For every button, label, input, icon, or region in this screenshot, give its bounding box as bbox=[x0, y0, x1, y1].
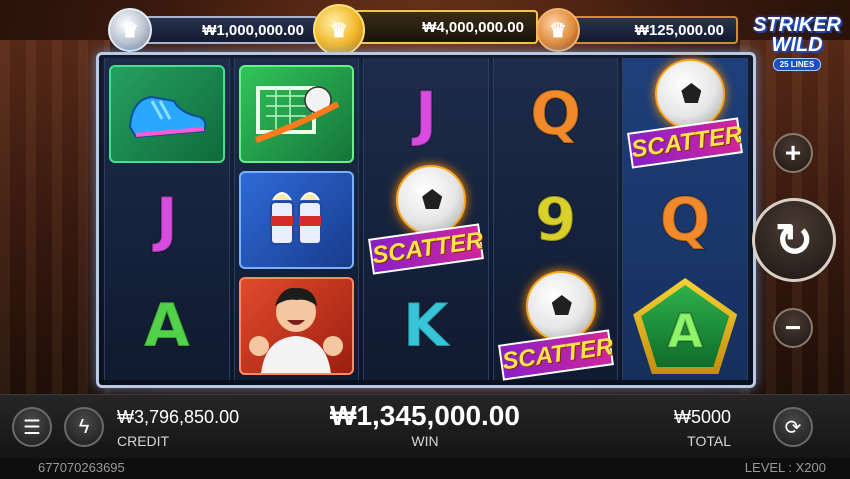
reel-cell: SCATTER bbox=[497, 271, 615, 381]
scatter-label: SCATTER bbox=[497, 329, 615, 381]
scatter-label: SCATTER bbox=[627, 117, 744, 169]
reel-3: J SCATTER K bbox=[363, 58, 489, 380]
soccer-ball-icon bbox=[655, 59, 726, 129]
level-label: LEVEL : bbox=[744, 460, 796, 475]
reel-1: J A bbox=[104, 58, 230, 380]
scatter-label: SCATTER bbox=[368, 223, 485, 275]
reel-cell bbox=[238, 64, 355, 164]
total-bet-value: ₩5000 bbox=[673, 407, 731, 427]
scatter-symbol: SCATTER bbox=[627, 59, 744, 169]
special-a-symbol: A bbox=[633, 278, 738, 374]
bet-decrease-button[interactable]: − bbox=[773, 308, 813, 348]
footer: 677070263695 LEVEL : X200 bbox=[0, 458, 850, 479]
reel-cell: 9 bbox=[498, 170, 614, 270]
reels: J A J SCATTER K Q 9 SCATTER SCATTER Q A bbox=[104, 58, 748, 381]
bet-increase-button[interactable]: + bbox=[773, 133, 813, 173]
gold-crown-medal-icon: ♛ bbox=[313, 4, 365, 56]
reel-cell: J bbox=[368, 64, 484, 164]
reel-cell: SCATTER bbox=[368, 165, 485, 275]
symbol-j: J bbox=[414, 78, 438, 150]
menu-button[interactable]: ☰ bbox=[12, 407, 52, 447]
reel-cell: Q bbox=[498, 64, 614, 164]
reel-cell: SCATTER bbox=[627, 59, 744, 169]
locker-background-left bbox=[0, 40, 110, 400]
level-value: X200 bbox=[795, 460, 826, 475]
player-symbol-icon bbox=[238, 277, 355, 375]
symbol-q: Q bbox=[659, 184, 712, 256]
reel-2 bbox=[233, 58, 360, 380]
symbol-q: Q bbox=[529, 78, 582, 150]
silver-crown-medal-icon: ♛ bbox=[108, 8, 152, 52]
reel-cell: K bbox=[368, 276, 484, 376]
drink-symbol-icon bbox=[238, 171, 355, 269]
symbol-k: K bbox=[402, 290, 450, 362]
reel-4: Q 9 SCATTER bbox=[492, 58, 619, 381]
session-id: 677070263695 bbox=[38, 460, 125, 475]
jackpot-silver-value: ₩1,000,000.00 bbox=[138, 16, 318, 44]
reel-cell: A bbox=[627, 276, 743, 376]
scatter-symbol: SCATTER bbox=[368, 165, 485, 275]
turbo-lightning-button[interactable]: ϟ bbox=[64, 407, 104, 447]
jackpot-bar: ₩1,000,000.00 ₩4,000,000.00 ₩125,000.00 … bbox=[108, 4, 748, 56]
reel-5: SCATTER Q A bbox=[622, 58, 748, 380]
spin-button[interactable]: ↻ bbox=[752, 198, 836, 282]
logo-line-1: STRIKER bbox=[753, 14, 841, 36]
reel-cell: A bbox=[109, 276, 225, 376]
game-stage: ₩1,000,000.00 ₩4,000,000.00 ₩125,000.00 … bbox=[0, 0, 850, 479]
win-value: ₩1,345,000.00 bbox=[330, 400, 520, 431]
level-indicator: LEVEL : X200 bbox=[745, 460, 826, 475]
soccer-ball-icon bbox=[396, 165, 467, 235]
goal-symbol-icon bbox=[238, 65, 355, 163]
soccer-ball-icon bbox=[525, 271, 596, 341]
special-a-inner: A bbox=[641, 285, 730, 367]
total-bet-label: TOTAL bbox=[687, 433, 731, 449]
bronze-crown-medal-icon: ♛ bbox=[536, 8, 580, 52]
reel-cell: Q bbox=[627, 170, 743, 270]
symbol-a: A bbox=[143, 290, 191, 362]
reel-cell bbox=[109, 64, 225, 164]
autoplay-button[interactable]: ⟳ bbox=[773, 407, 813, 447]
logo-lines-badge: 25 LINES bbox=[772, 58, 822, 71]
logo-line-2: WILD bbox=[771, 34, 823, 56]
jackpot-bronze-value: ₩125,000.00 bbox=[558, 16, 738, 44]
symbol-a: A bbox=[666, 303, 704, 359]
boot-symbol-icon bbox=[109, 65, 225, 163]
reel-cell bbox=[238, 276, 355, 376]
scatter-symbol: SCATTER bbox=[497, 271, 615, 381]
bottom-panel: ☰ ϟ ₩3,796,850.00 CREDIT ₩1,345,000.00 W… bbox=[0, 394, 850, 458]
credit-label: CREDIT bbox=[117, 433, 170, 449]
symbol-j: J bbox=[155, 184, 179, 256]
game-logo: STRIKER WILD 25 LINES bbox=[752, 12, 842, 74]
win-label: WIN bbox=[411, 433, 439, 449]
reel-cell: J bbox=[109, 170, 225, 270]
credit-value: ₩3,796,850.00 bbox=[117, 407, 240, 427]
reel-cell bbox=[238, 170, 355, 270]
symbol-9: 9 bbox=[534, 184, 578, 256]
